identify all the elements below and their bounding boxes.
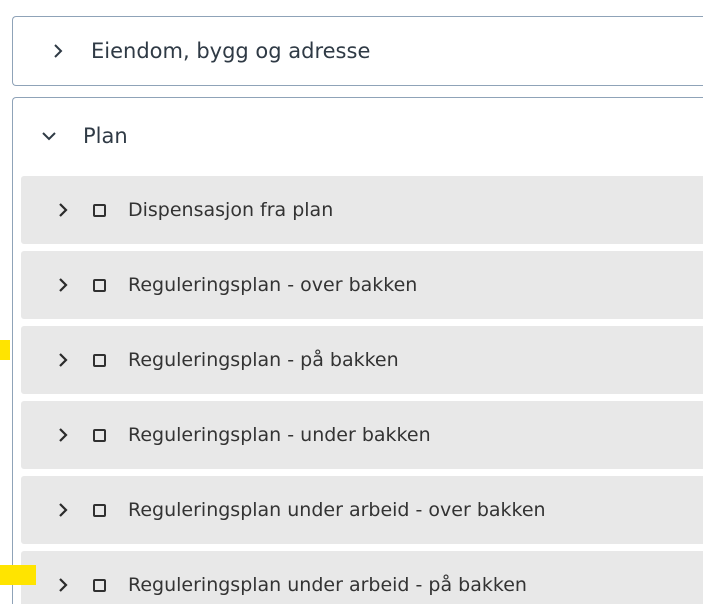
- checkbox-unchecked-icon[interactable]: [93, 353, 106, 367]
- list-item[interactable]: Reguleringsplan - over bakken: [21, 251, 703, 319]
- chevron-down-icon[interactable]: [41, 128, 57, 144]
- layer-label: Reguleringsplan under arbeid - over bakk…: [128, 499, 546, 521]
- highlight-marker: [0, 340, 10, 360]
- chevron-right-icon[interactable]: [57, 352, 69, 368]
- checkbox-unchecked-icon[interactable]: [93, 278, 106, 292]
- chevron-right-icon[interactable]: [57, 277, 69, 293]
- checkbox-unchecked-icon[interactable]: [93, 578, 106, 592]
- section-eiendom-bygg-adresse[interactable]: Eiendom, bygg og adresse: [12, 16, 703, 86]
- list-item[interactable]: Reguleringsplan - på bakken: [21, 326, 703, 394]
- layer-label: Reguleringsplan - på bakken: [128, 349, 399, 371]
- section-plan: Plan Dispensasjon fra plan Reguleringspl…: [12, 97, 703, 604]
- highlight-marker: [0, 565, 36, 585]
- section-title: Eiendom, bygg og adresse: [91, 39, 371, 63]
- layer-label: Reguleringsplan under arbeid - på bakken: [128, 574, 527, 596]
- list-item[interactable]: Dispensasjon fra plan: [21, 176, 703, 244]
- list-item[interactable]: Reguleringsplan under arbeid - over bakk…: [21, 476, 703, 544]
- list-item[interactable]: Reguleringsplan - under bakken: [21, 401, 703, 469]
- layer-label: Dispensasjon fra plan: [128, 199, 334, 221]
- chevron-right-icon[interactable]: [57, 202, 69, 218]
- section-title: Plan: [83, 124, 128, 148]
- chevron-right-icon[interactable]: [57, 577, 69, 593]
- plan-layer-list: Dispensasjon fra plan Reguleringsplan - …: [21, 176, 703, 604]
- list-item[interactable]: Reguleringsplan under arbeid - på bakken: [21, 551, 703, 604]
- checkbox-unchecked-icon[interactable]: [93, 428, 106, 442]
- checkbox-unchecked-icon[interactable]: [93, 503, 106, 517]
- layer-label: Reguleringsplan - over bakken: [128, 274, 418, 296]
- chevron-right-icon[interactable]: [57, 427, 69, 443]
- layer-tree-panel: Eiendom, bygg og adresse Plan Dispensasj…: [0, 0, 703, 604]
- checkbox-unchecked-icon[interactable]: [93, 203, 106, 217]
- layer-label: Reguleringsplan - under bakken: [128, 424, 431, 446]
- chevron-right-icon[interactable]: [57, 502, 69, 518]
- section-plan-header[interactable]: Plan: [13, 98, 703, 174]
- chevron-right-icon[interactable]: [51, 44, 65, 58]
